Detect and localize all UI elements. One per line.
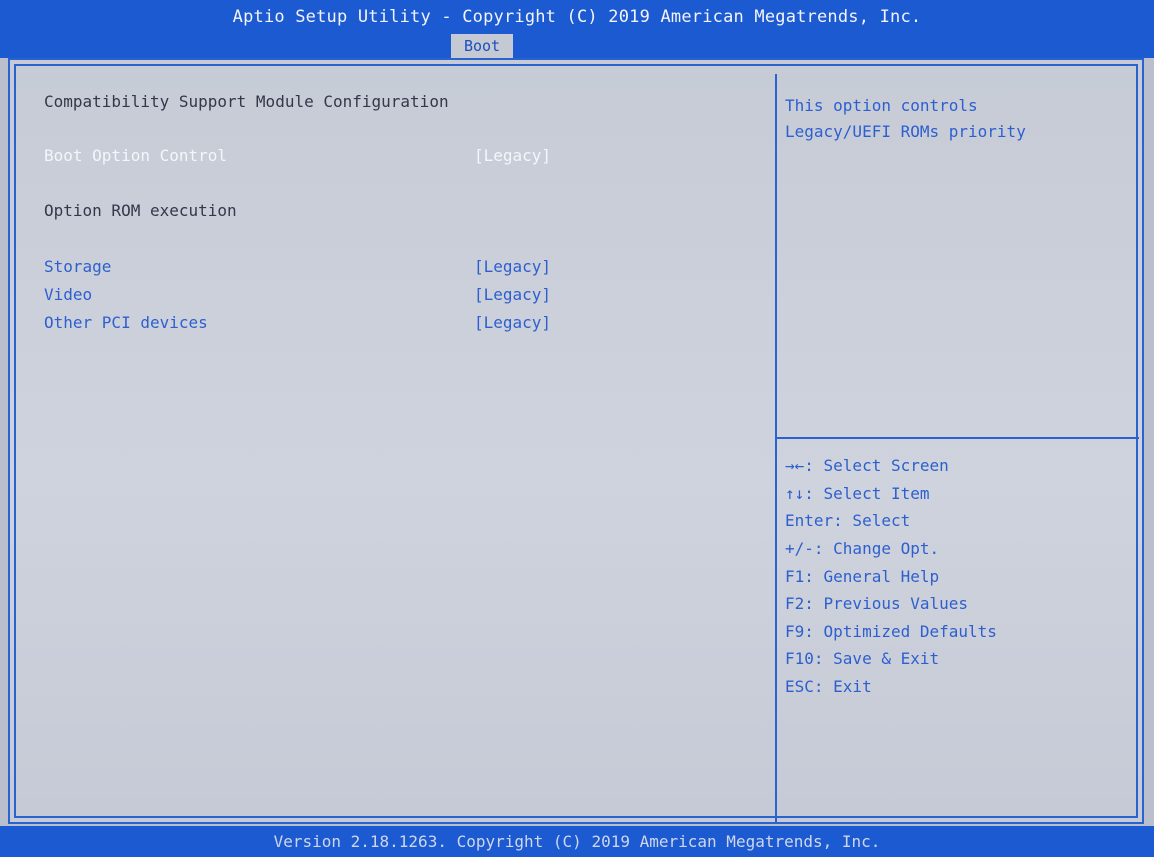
utility-title: Aptio Setup Utility - Copyright (C) 2019… (232, 7, 922, 27)
key-select-item: ↑↓: Select Item (785, 484, 930, 503)
key-select-screen: →←: Select Screen (785, 456, 949, 475)
key-f9: F9: Optimized Defaults (785, 622, 997, 641)
storage-label[interactable]: Storage (44, 253, 111, 281)
key-enter: Enter: Select (785, 511, 911, 530)
other-pci-value[interactable]: [Legacy] (474, 309, 551, 337)
key-esc: ESC: Exit (785, 677, 872, 696)
bios-screen: Aptio Setup Utility - Copyright (C) 2019… (0, 0, 1154, 857)
tab-boot[interactable]: Boot (451, 34, 513, 58)
option-rom-heading: Option ROM execution (44, 201, 237, 220)
key-f1: F1: General Help (785, 567, 940, 586)
panel-border (14, 64, 1138, 818)
other-pci-label[interactable]: Other PCI devices (44, 309, 208, 337)
setup-panel: Compatibility Support Module Configurati… (8, 58, 1144, 824)
storage-value[interactable]: [Legacy] (474, 253, 551, 281)
video-value[interactable]: [Legacy] (474, 281, 551, 309)
help-line-1: This option controls (785, 96, 978, 115)
title-bar: Aptio Setup Utility - Copyright (C) 2019… (0, 0, 1154, 58)
key-f2: F2: Previous Values (785, 594, 969, 613)
vertical-divider (775, 74, 777, 822)
key-f10: F10: Save & Exit (785, 649, 940, 668)
boot-option-control-label[interactable]: Boot Option Control (44, 142, 227, 170)
boot-option-control-value[interactable]: [Legacy] (474, 142, 551, 170)
section-title: Compatibility Support Module Configurati… (44, 92, 449, 111)
video-label[interactable]: Video (44, 281, 92, 309)
help-line-2: Legacy/UEFI ROMs priority (785, 122, 1026, 141)
horizontal-divider (777, 437, 1139, 439)
footer-bar: Version 2.18.1263. Copyright (C) 2019 Am… (0, 826, 1154, 857)
version-text: Version 2.18.1263. Copyright (C) 2019 Am… (273, 832, 881, 851)
key-change-opt: +/-: Change Opt. (785, 539, 940, 558)
